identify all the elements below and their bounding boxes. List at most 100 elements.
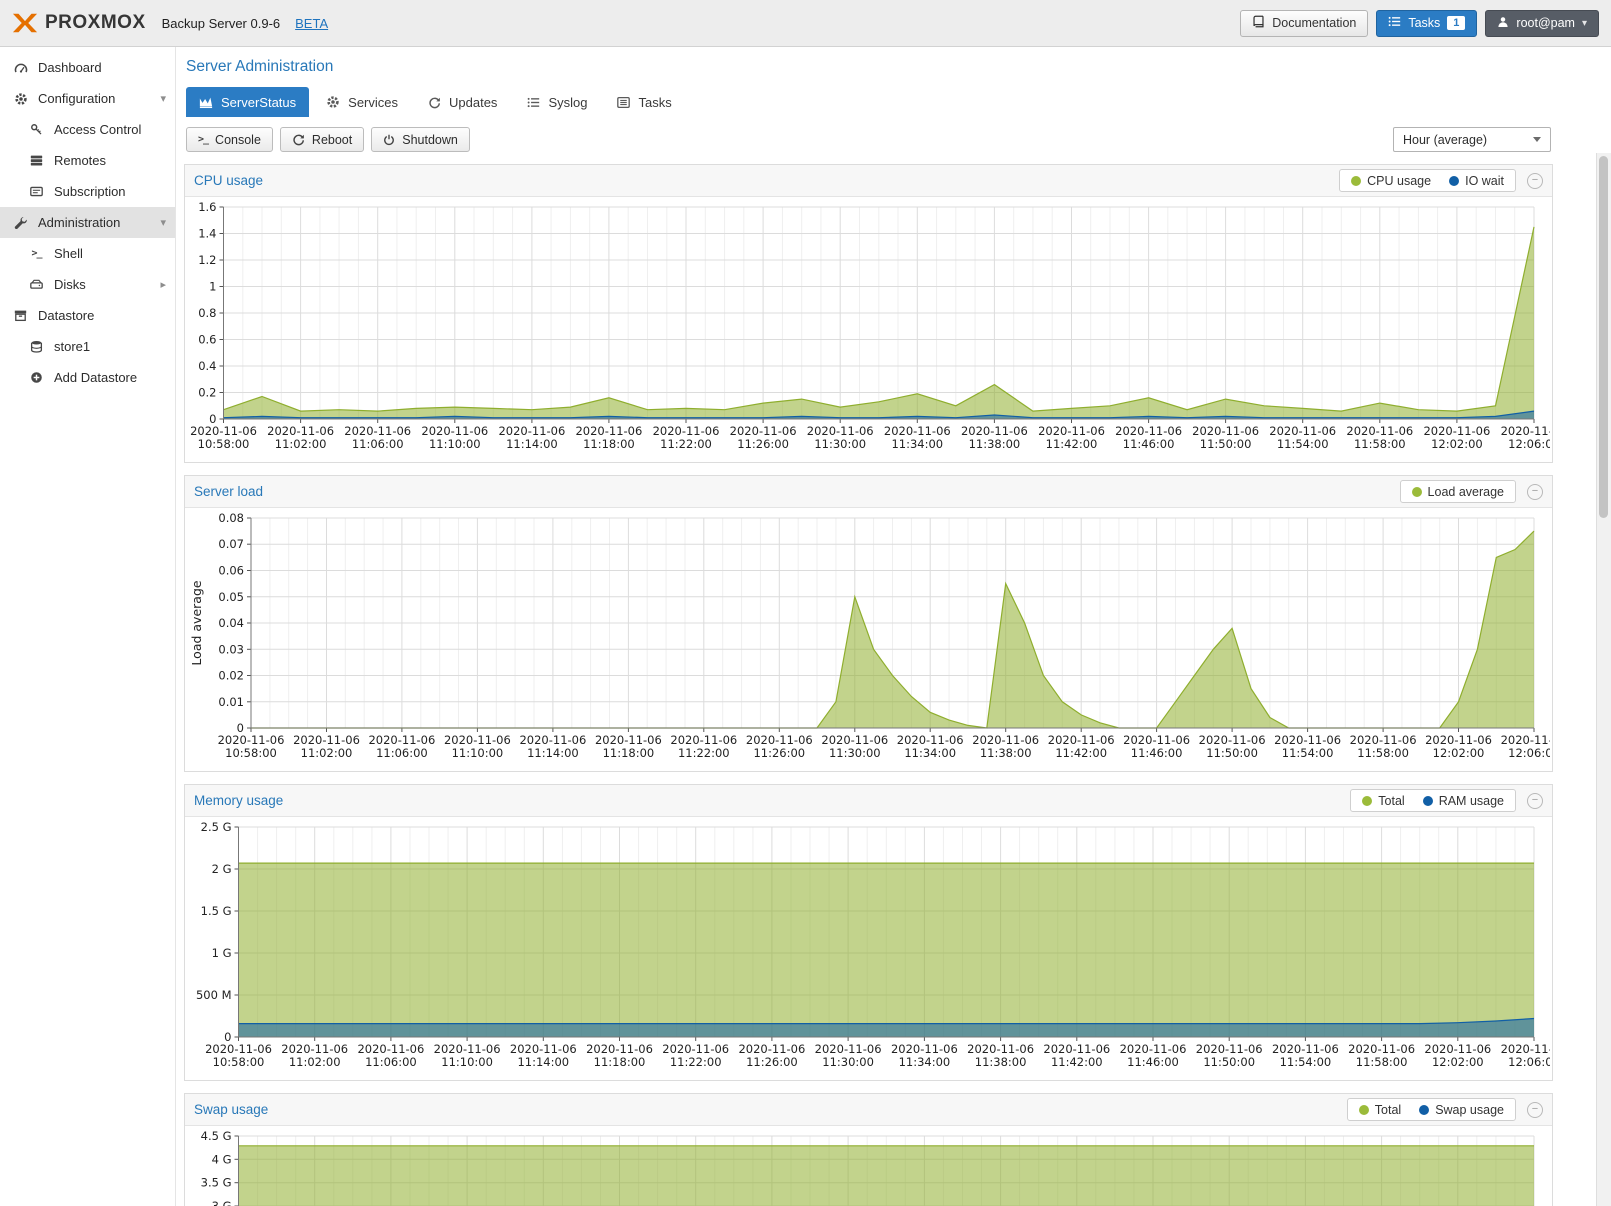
cpu-usage-chart: 00.20.40.60.811.21.41.62020-11-0610:58:0… [187,199,1550,460]
svg-text:1.2: 1.2 [198,253,216,267]
tasks-button[interactable]: Tasks 1 [1376,10,1477,37]
svg-text:2020-11-06: 2020-11-06 [421,424,488,438]
panel-memory-usage: Memory usage Total RAM usage − [184,784,1553,1081]
svg-text:2020-11-06: 2020-11-06 [1346,424,1413,438]
page-title: Server Administration [186,58,1553,76]
svg-text:0.6: 0.6 [198,333,216,347]
sidebar-item-disks[interactable]: Disks ▸ [0,269,175,300]
sidebar-item-access-control[interactable]: Access Control [0,114,175,145]
tab-services[interactable]: Services [313,87,411,117]
sidebar-item-label: Disks [54,277,86,292]
tab-tasks[interactable]: Tasks [604,87,684,117]
panel-header: CPU usage CPU usage IO wait − [185,165,1552,197]
sidebar-item-remotes[interactable]: Remotes [0,145,175,176]
beta-link[interactable]: BETA [295,16,328,31]
svg-text:11:10:00: 11:10:00 [452,746,504,760]
svg-text:2020-11-06: 2020-11-06 [662,1042,729,1056]
sidebar-item-datastore[interactable]: Datastore [0,300,175,331]
svg-text:2020-11-06: 2020-11-06 [1199,733,1266,747]
legend-dot [1423,796,1433,806]
svg-text:11:50:00: 11:50:00 [1206,746,1258,760]
tab-syslog[interactable]: Syslog [514,87,600,117]
collapse-icon[interactable]: − [1527,484,1543,500]
sidebar-item-subscription[interactable]: Subscription [0,176,175,207]
chevron-right-icon[interactable]: ▸ [160,278,166,291]
svg-text:2020-11-06: 2020-11-06 [884,424,951,438]
svg-text:2020-11-06: 2020-11-06 [1425,733,1492,747]
legend-dot [1449,176,1459,186]
svg-text:2020-11-06: 2020-11-06 [357,1042,424,1056]
sidebar-item-label: Dashboard [38,60,102,75]
svg-text:2020-11-06: 2020-11-06 [1424,1042,1491,1056]
svg-text:11:46:00: 11:46:00 [1123,437,1175,451]
panel-body: 0500 M1 G1.5 G2 G2.5 G3 G3.5 G4 G4.5 G20… [185,1126,1552,1206]
user-icon [1497,16,1509,31]
svg-text:2020-11-06: 2020-11-06 [1038,424,1105,438]
shutdown-label: Shutdown [402,133,458,147]
svg-text:11:06:00: 11:06:00 [352,437,404,451]
svg-text:2020-11-06: 2020-11-06 [190,424,257,438]
proxmox-x-icon [12,12,38,34]
sidebar-item-add-datastore[interactable]: Add Datastore [0,362,175,393]
svg-text:2020-11-06: 2020-11-06 [575,424,642,438]
svg-text:2020-11-06: 2020-11-06 [498,424,565,438]
timerange-select[interactable]: Hour (average) [1393,127,1551,152]
legend-item: Swap usage [1419,1103,1504,1117]
tasks-count-badge: 1 [1447,16,1465,30]
svg-text:2020-11-06: 2020-11-06 [595,733,662,747]
svg-text:11:46:00: 11:46:00 [1127,1055,1179,1069]
panel-title: CPU usage [194,173,263,188]
refresh-icon [428,96,441,109]
sidebar-item-store1[interactable]: store1 [0,331,175,362]
legend-item: Total [1362,794,1404,808]
chart-legend: Total Swap usage [1347,1098,1516,1121]
chevron-down-icon[interactable]: ▾ [160,92,166,105]
sidebar-item-dashboard[interactable]: Dashboard [0,52,175,83]
svg-text:12:02:00: 12:02:00 [1431,437,1483,451]
legend-dot [1351,176,1361,186]
console-button[interactable]: >_ Console [186,127,273,152]
panel-cpu-usage: CPU usage CPU usage IO wait − [184,164,1553,463]
svg-text:2020-11-06: 2020-11-06 [1501,1042,1550,1056]
svg-text:11:38:00: 11:38:00 [980,746,1032,760]
tab-serverstatus[interactable]: ServerStatus [186,87,309,117]
shutdown-button[interactable]: Shutdown [371,127,470,152]
svg-text:2020-11-06: 2020-11-06 [821,733,888,747]
svg-text:2020-11-06: 2020-11-06 [1348,1042,1415,1056]
svg-text:0.01: 0.01 [218,695,244,709]
svg-text:2020-11-06: 2020-11-06 [1423,424,1490,438]
svg-text:12:02:00: 12:02:00 [1433,746,1485,760]
panel-swap-usage: Swap usage Total Swap usage − [184,1093,1553,1206]
collapse-icon[interactable]: − [1527,1102,1543,1118]
svg-text:2020-11-06: 2020-11-06 [972,733,1039,747]
tab-label: Services [348,95,398,110]
sidebar-item-shell[interactable]: >_ Shell [0,238,175,269]
panel-body: 0500 M1 G1.5 G2 G2.5 G2020-11-0610:58:00… [185,817,1552,1080]
area-chart-icon [199,95,213,109]
scrollbar-thumb[interactable] [1599,156,1608,518]
user-menu-button[interactable]: root@pam ▾ [1485,10,1599,37]
panel-title: Memory usage [194,793,283,808]
svg-text:11:14:00: 11:14:00 [517,1055,569,1069]
svg-text:10:58:00: 10:58:00 [225,746,277,760]
panel-server-load: Server load Load average − 00.010.020.03… [184,475,1553,772]
collapse-icon[interactable]: − [1527,173,1543,189]
scrollbar[interactable] [1596,153,1611,1206]
key-icon [28,123,45,136]
svg-text:11:34:00: 11:34:00 [899,1055,951,1069]
wrench-icon [12,216,29,229]
proxmox-logo: PROXMOX [12,12,146,34]
sidebar-item-configuration[interactable]: Configuration ▾ [0,83,175,114]
legend-item: RAM usage [1423,794,1504,808]
tab-updates[interactable]: Updates [415,87,510,117]
chevron-down-icon[interactable]: ▾ [160,216,166,229]
svg-text:2.5 G: 2.5 G [201,820,232,834]
memory-usage-chart: 0500 M1 G1.5 G2 G2.5 G2020-11-0610:58:00… [187,819,1550,1078]
legend-label: IO wait [1465,174,1504,188]
documentation-button[interactable]: Documentation [1240,10,1368,37]
sidebar-item-label: Datastore [38,308,94,323]
reboot-button[interactable]: Reboot [280,127,364,152]
collapse-icon[interactable]: − [1527,793,1543,809]
sidebar-item-administration[interactable]: Administration ▾ [0,207,175,238]
chart-legend: CPU usage IO wait [1339,169,1516,192]
